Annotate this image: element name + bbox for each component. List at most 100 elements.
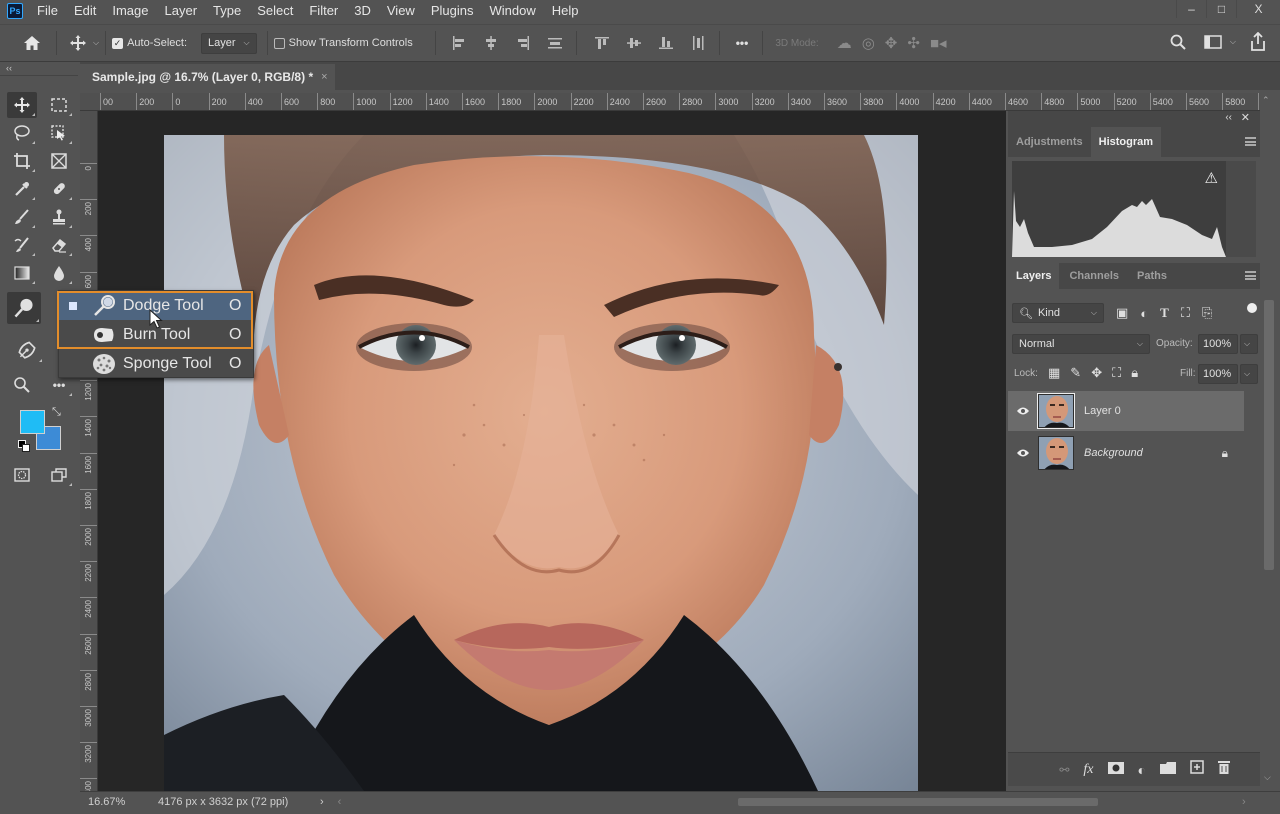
lasso-tool[interactable] [7,120,37,146]
crop-tool[interactable] [7,148,37,174]
fill-dropdown[interactable]: ⌵ [1240,364,1258,384]
scroll-right-arrow[interactable]: › [1242,796,1246,808]
lock-all-icon[interactable]: 🔒︎ [1131,365,1138,381]
spot-healing-tool[interactable] [44,176,74,202]
tab-histogram[interactable]: Histogram [1090,127,1162,157]
menu-file[interactable]: File [33,0,66,22]
horizontal-scroll-thumb[interactable] [738,798,1098,806]
menu-help[interactable]: Help [544,0,587,22]
blur-tool[interactable] [44,260,74,286]
filter-smart-object-icon[interactable]: ⎘ [1202,305,1212,321]
filter-toggle-icon[interactable] [1247,303,1257,313]
layer-name[interactable]: Background [1084,447,1143,459]
delete-layer-icon[interactable] [1218,760,1230,779]
add-mask-icon[interactable] [1107,761,1124,779]
canvas-area[interactable] [98,111,1006,791]
gradient-tool[interactable] [7,260,37,286]
dodge-tool[interactable] [7,292,41,324]
layer-lock-icon[interactable]: 🔒︎ [1222,446,1228,461]
menu-filter[interactable]: Filter [301,0,346,22]
align-top-icon[interactable] [594,36,609,50]
3d-pan-icon[interactable]: ✥ [885,34,898,52]
auto-select-target-dropdown[interactable]: Layer ⌵ [201,32,257,54]
opacity-dropdown[interactable]: ⌵ [1240,334,1258,354]
fill-input[interactable]: 100% [1198,364,1238,384]
menu-layer[interactable]: Layer [157,0,206,22]
adjustment-layer-icon[interactable]: ◐ [1138,762,1146,778]
menu-select[interactable]: Select [249,0,301,22]
distribute-horizontal-icon[interactable] [691,36,705,50]
tab-paths[interactable]: Paths [1129,263,1175,289]
horizontal-scrollbar[interactable] [420,796,1110,808]
toolbar-collapse-button[interactable]: ‹‹ [0,62,78,76]
status-info-arrow[interactable]: › [320,796,324,808]
lock-artboard-icon[interactable]: ⛶ [1112,365,1121,381]
ruler-scroll-up-icon[interactable]: ⌃ [1262,95,1270,106]
tab-layers[interactable]: Layers [1008,263,1060,289]
align-middle-icon[interactable] [626,36,641,50]
panel-scroll-down-icon[interactable]: ⌵ [1264,772,1271,783]
more-options-button[interactable]: ••• [736,36,749,50]
filter-adjustment-icon[interactable]: ◐ [1140,306,1148,321]
visibility-eye-icon[interactable] [1008,406,1038,416]
lock-position-icon[interactable]: ✥ [1091,365,1102,381]
default-colors-icon[interactable] [18,440,30,452]
opacity-input[interactable]: 100% [1198,334,1238,354]
workspace-icon[interactable] [1204,35,1222,49]
tab-channels[interactable]: Channels [1059,263,1129,289]
layer-name[interactable]: Layer 0 [1084,405,1121,417]
3d-orbit-icon[interactable]: ☁ [837,34,852,52]
align-bottom-icon[interactable] [658,36,673,50]
lock-image-pixels-icon[interactable]: ✎ [1070,365,1081,381]
tool-preset-chevron-icon[interactable]: ⌵ [93,38,99,48]
menu-plugins[interactable]: Plugins [423,0,482,22]
layer-row-layer-0[interactable]: Layer 0 [1008,391,1244,431]
foreground-color-swatch[interactable] [20,410,45,434]
move-tool[interactable] [7,92,37,118]
pen-tool[interactable] [10,334,44,364]
eyedropper-tool[interactable] [7,176,37,202]
move-tool-icon[interactable] [69,34,87,52]
auto-select-checkbox[interactable]: ✓ [112,37,124,49]
minimize-button[interactable]: – [1176,0,1206,18]
eraser-tool[interactable] [44,232,74,258]
document-image[interactable] [164,135,918,791]
object-selection-tool[interactable] [44,120,74,146]
align-center-h-icon[interactable] [484,36,498,50]
swap-colors-icon[interactable]: ⤡ [52,406,61,419]
panel-menu-icon[interactable] [1245,137,1256,146]
scroll-left-arrow[interactable]: ‹ [338,796,342,808]
home-icon[interactable] [22,35,42,51]
tab-adjustments[interactable]: Adjustments [1008,127,1091,157]
collapse-panels-button[interactable]: ‹‹ [1225,112,1232,123]
menu-view[interactable]: View [379,0,423,22]
history-brush-tool[interactable] [7,232,37,258]
frame-tool[interactable] [44,148,74,174]
align-left-icon[interactable] [452,36,466,50]
panel-vertical-scrollbar[interactable] [1264,300,1274,570]
align-right-icon[interactable] [516,36,530,50]
3d-roll-icon[interactable]: ◎ [862,34,875,52]
new-layer-icon[interactable] [1190,760,1204,779]
close-button[interactable]: X [1236,0,1280,18]
workspace-chevron-icon[interactable]: ⌵ [1230,37,1236,47]
search-icon[interactable] [1170,34,1186,50]
layer-filter-kind-dropdown[interactable]: 🔍︎ Kind ⌵ [1012,303,1104,323]
clone-stamp-tool[interactable] [44,204,74,230]
filter-type-icon[interactable]: T [1160,305,1169,321]
marquee-tool[interactable] [44,92,74,118]
distribute-vertical-icon[interactable] [547,36,562,50]
menu-window[interactable]: Window [481,0,543,22]
quick-mask-button[interactable] [7,462,37,488]
menu-type[interactable]: Type [205,0,249,22]
close-panels-button[interactable]: ✕ [1241,111,1250,124]
layer-row-background[interactable]: Background 🔒︎ [1008,433,1244,473]
flyout-item-sponge-tool[interactable]: Sponge Tool O [59,349,253,378]
filter-pixel-icon[interactable]: ▣ [1116,305,1128,321]
blend-mode-dropdown[interactable]: Normal ⌵ [1012,334,1150,354]
layers-panel-menu-icon[interactable] [1245,271,1256,280]
close-tab-icon[interactable]: × [321,71,327,83]
zoom-level[interactable]: 16.67% [88,796,158,808]
lock-transparent-pixels-icon[interactable]: ▦ [1048,365,1060,381]
filter-shape-icon[interactable]: ⛶ [1181,305,1190,321]
